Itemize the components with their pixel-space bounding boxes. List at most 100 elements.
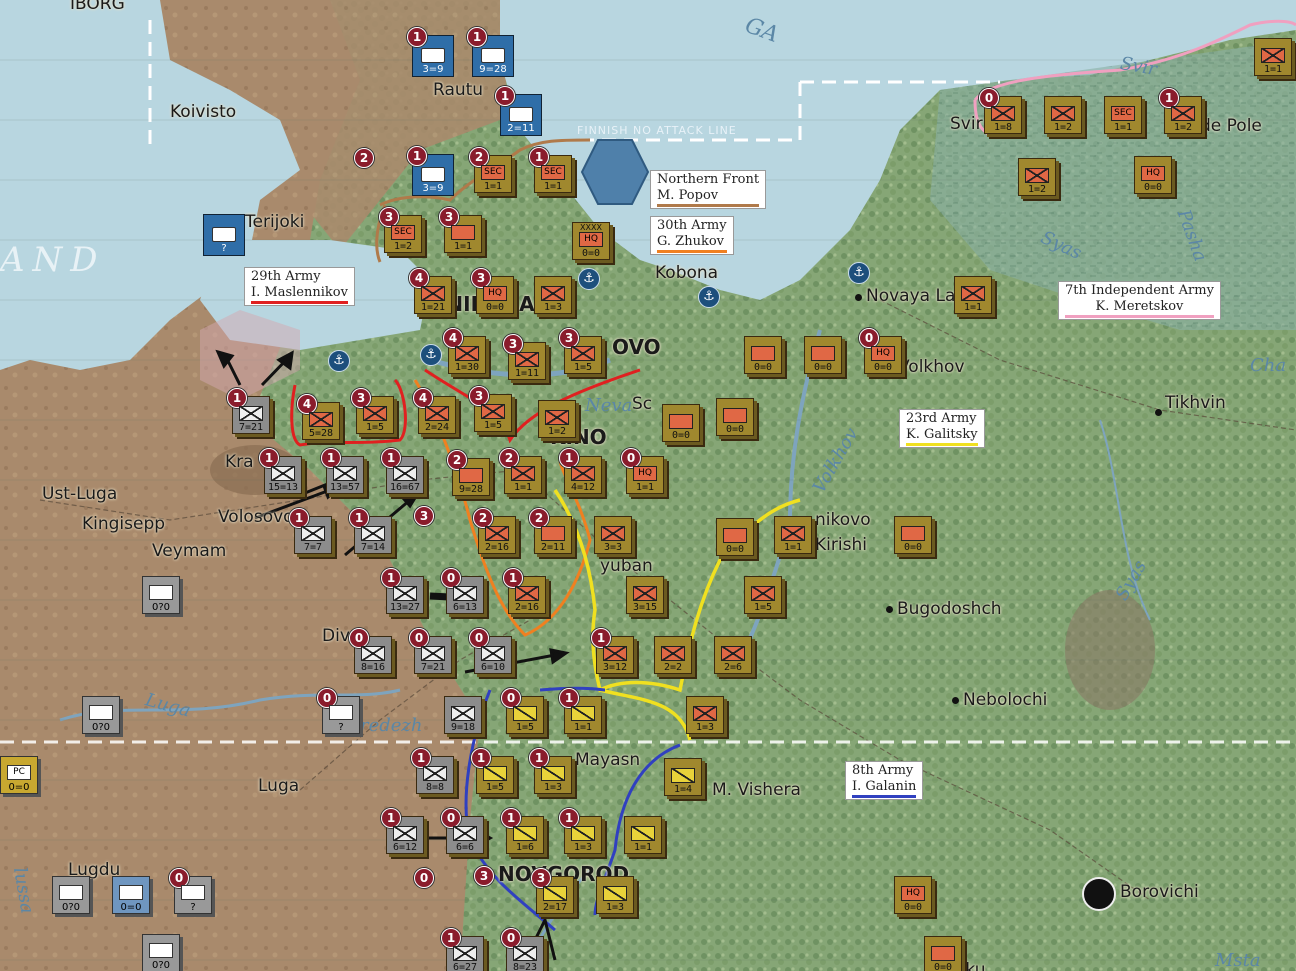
soviet-unit[interactable]: 1 4=12 (559, 448, 602, 494)
finnish-unit[interactable]: 1 9=28 (467, 27, 514, 77)
soviet-unit[interactable]: 1=1 (774, 516, 812, 554)
soviet-hq-unit[interactable]: 0 HQ 0=0 (859, 328, 902, 374)
soviet-unit[interactable]: 4 2=24 (413, 388, 456, 434)
soviet-unit[interactable]: 2=2 (654, 636, 692, 674)
soviet-unit[interactable]: 2 SEC 1=1 (469, 147, 512, 193)
soviet-unit[interactable]: SEC 1=1 (1104, 96, 1142, 134)
soviet-hq-unit[interactable]: HQ 0=0 (894, 876, 932, 914)
unit-symbol (59, 885, 83, 900)
soviet-unit[interactable]: 1=2 (538, 400, 576, 438)
german-unit[interactable]: 0 8=16 (349, 628, 392, 674)
german-unit[interactable]: 0 6=6 (441, 808, 484, 854)
german-unit-reserve[interactable]: 0? (317, 688, 360, 734)
soviet-unit[interactable]: 1 3=12 (591, 628, 634, 674)
german-unit[interactable]: 1 13=27 (381, 568, 424, 614)
soviet-8th-army-unit[interactable]: 1=3 (596, 876, 634, 914)
german-unit-reserve[interactable]: 0?0 (142, 576, 180, 614)
german-unit[interactable]: 0 6=13 (441, 568, 484, 614)
soviet-unit[interactable]: 3 1=1 (439, 207, 482, 253)
soviet-unit[interactable]: 4 1=21 (409, 268, 452, 314)
soviet-unit[interactable]: 3 1=5 (351, 388, 394, 434)
combat-marker[interactable]: 3 (414, 506, 434, 526)
soviet-unit[interactable]: 3 1=5 (559, 328, 602, 374)
soviet-unit[interactable]: 1=3 (686, 696, 724, 734)
soviet-unit[interactable]: 0=0 (716, 518, 754, 556)
finnish-unit[interactable]: 1 3=9 (407, 146, 454, 196)
soviet-unit[interactable]: 4 5=28 (297, 394, 340, 440)
german-unit-reserve[interactable]: 0?0 (142, 934, 180, 971)
soviet-unit[interactable]: 1=3 (534, 276, 572, 314)
soviet-unit[interactable]: 0 1=8 (979, 88, 1022, 134)
soviet-8th-army-unit[interactable]: 1=4 (664, 758, 702, 796)
soviet-unit[interactable]: 3 1=5 (469, 386, 512, 432)
german-unit[interactable]: 1 7=21 (227, 388, 270, 434)
soviet-unit[interactable]: 3 SEC 1=2 (379, 207, 422, 253)
soviet-unit[interactable]: 1 SEC 1=1 (529, 147, 572, 193)
soviet-unit[interactable]: 1=2 (1044, 96, 1082, 134)
map-canvas[interactable]: GA Syas Syas Pasha Cha Volkhov Neva Luga… (0, 0, 1296, 971)
soviet-unit[interactable]: 0=0 (716, 398, 754, 436)
soviet-8th-army-unit[interactable]: 3 2=17 (531, 868, 574, 914)
german-unit-reserve[interactable]: 0?0 (52, 876, 90, 914)
soviet-unit[interactable]: 1 1=2 (1159, 88, 1202, 134)
soviet-unit[interactable]: 1=2 (1018, 158, 1056, 196)
soviet-unit[interactable]: 2 9=28 (447, 450, 490, 496)
combat-marker[interactable]: 0 (414, 868, 434, 888)
soviet-unit[interactable]: 4 1=30 (443, 328, 486, 374)
german-unit[interactable]: 1 7=7 (289, 508, 332, 554)
soviet-hq-unit[interactable]: 0 HQ 1=1 (621, 448, 664, 494)
soviet-unit[interactable]: 1=1 (954, 276, 992, 314)
soviet-hq-unit[interactable]: 3 HQ 0=0 (471, 268, 514, 314)
soviet-8th-army-unit[interactable]: 1 1=3 (529, 748, 572, 794)
soviet-unit[interactable]: 3 1=11 (503, 334, 546, 380)
combat-marker[interactable]: 2 (354, 148, 374, 168)
soviet-8th-army-unit[interactable]: 1 1=5 (471, 748, 514, 794)
german-unit[interactable]: 1 6=12 (381, 808, 424, 854)
soviet-unit[interactable]: 1=1 (1254, 38, 1292, 76)
finnish-unit-unknown[interactable]: ? (203, 214, 245, 256)
soviet-8th-army-unit[interactable]: 1 1=6 (501, 808, 544, 854)
german-unit[interactable]: 1 8=8 (411, 748, 454, 794)
german-unit[interactable]: 1 7=14 (349, 508, 392, 554)
soviet-unit[interactable]: 1=5 (744, 576, 782, 614)
soviet-unit[interactable]: 3=15 (626, 576, 664, 614)
german-unit-reserve[interactable]: 0?0 (82, 696, 120, 734)
town-kingisepp: Kingisepp (82, 514, 166, 534)
soviet-8th-army-unit[interactable]: 1 1=1 (559, 688, 602, 734)
soviet-unit[interactable]: 0=0 (924, 936, 962, 971)
soviet-unit[interactable]: 2 2=16 (473, 508, 516, 554)
soviet-8th-army-unit[interactable]: 0 1=5 (501, 688, 544, 734)
unit-symbol (149, 943, 173, 958)
german-unit[interactable]: 0 7=21 (409, 628, 452, 674)
note-commander: K. Meretskov (1065, 299, 1214, 318)
german-unit-reserve[interactable]: 0=0 (112, 876, 150, 914)
soviet-unit[interactable]: 0=0 (744, 336, 782, 374)
town-terijoki: Terijoki (245, 212, 305, 232)
soviet-unit[interactable]: 2 2=11 (529, 508, 572, 554)
german-unit[interactable]: 0 8=23 (501, 928, 544, 971)
german-unit[interactable]: 1 15=13 (259, 448, 302, 494)
german-unit[interactable]: 1 13=57 (321, 448, 364, 494)
finnish-unit[interactable]: 1 3=9 (407, 27, 454, 77)
soviet-unit[interactable]: 2=6 (714, 636, 752, 674)
unit-strength: 1=2 (1173, 122, 1193, 133)
soviet-unit[interactable]: 0=0 (894, 516, 932, 554)
soviet-unit[interactable]: 0=0 (662, 404, 700, 442)
soviet-unit[interactable]: 2 1=1 (499, 448, 542, 494)
soviet-unit[interactable]: 0=0 (804, 336, 842, 374)
soviet-unit[interactable]: 1 2=16 (503, 568, 546, 614)
soviet-hq-unit[interactable]: HQ 0=0 (1134, 156, 1172, 194)
soviet-hq-unit[interactable]: XXXX HQ 0=0 (572, 222, 610, 260)
german-unit[interactable]: 9=18 (444, 696, 482, 734)
soviet-unit[interactable]: 3=3 (594, 516, 632, 554)
german-unit-reserve[interactable]: 0? (169, 868, 212, 914)
german-unit[interactable]: 0 6=10 (469, 628, 512, 674)
german-unit[interactable]: 1 16=67 (381, 448, 424, 494)
soviet-8th-army-unit[interactable]: 1=1 (624, 816, 662, 854)
german-unit[interactable]: 1 6=27 (441, 928, 484, 971)
unit-strength: 2=16 (514, 602, 540, 613)
finnish-unit[interactable]: 1 2=11 (495, 86, 542, 136)
combat-marker[interactable]: 3 (474, 866, 494, 886)
soviet-8th-army-unit[interactable]: 1 1=3 (559, 808, 602, 854)
german-unit-pc[interactable]: PC 0=0 (0, 756, 38, 794)
